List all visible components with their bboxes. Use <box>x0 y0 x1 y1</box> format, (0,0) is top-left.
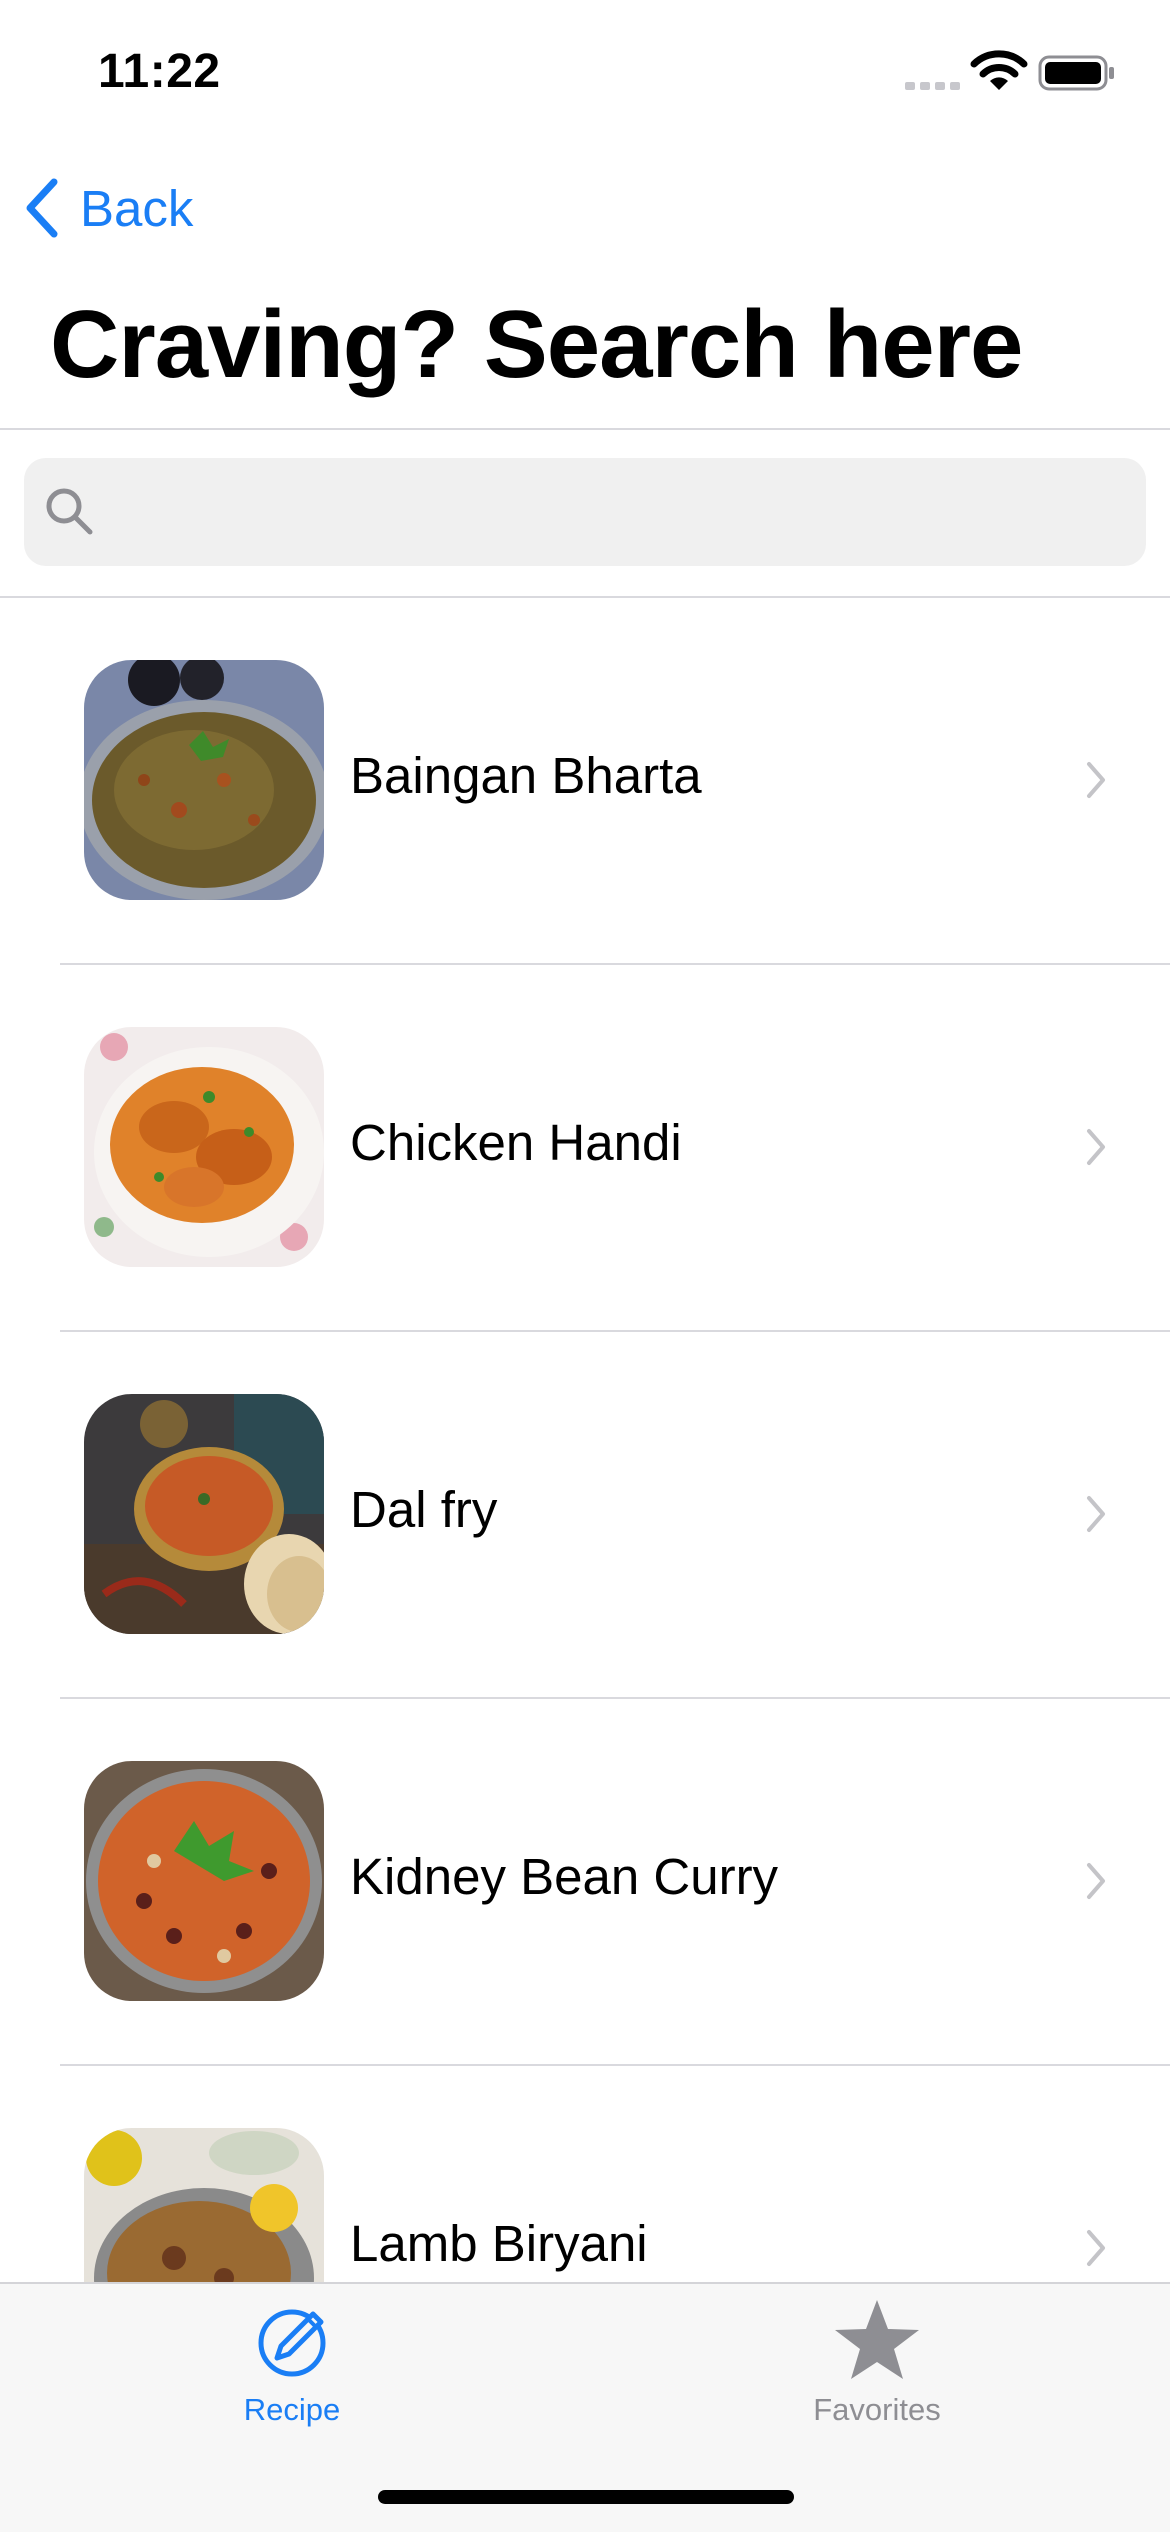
tab-label: Recipe <box>243 2392 341 2427</box>
chevron-right-icon <box>1087 2230 1105 2266</box>
tab-favorites[interactable]: Favorites <box>727 2296 1027 2436</box>
pencil-circle-icon <box>258 2309 326 2377</box>
tab-label: Favorites <box>813 2392 941 2427</box>
home-indicator <box>378 2490 794 2504</box>
list-item-chicken-handi[interactable]: Chicken Handi <box>0 965 1170 1332</box>
tab-recipe[interactable]: Recipe <box>142 2296 442 2436</box>
recipe-thumbnail <box>84 1761 324 2001</box>
status-bar: 11:22 <box>0 0 1170 140</box>
recipe-thumbnail <box>84 1027 324 1267</box>
list-item-dal-fry[interactable]: Dal fry <box>0 1332 1170 1699</box>
recipe-name: Baingan Bharta <box>350 747 702 804</box>
recipe-name: Dal fry <box>350 1481 498 1538</box>
search-input[interactable] <box>98 458 1146 566</box>
recipe-name: Kidney Bean Curry <box>350 1848 779 1905</box>
list-item-baingan-bharta[interactable]: Baingan Bharta <box>0 598 1170 965</box>
recipe-thumbnail <box>84 1394 324 1634</box>
wifi-icon <box>970 50 1028 90</box>
app-screen: 11:22 Back Craving? Search here Baingan … <box>0 0 1170 2532</box>
status-time: 11:22 <box>98 45 221 98</box>
list-item-lamb-biryani[interactable]: Lamb Biryani <box>0 2066 1170 2284</box>
chevron-right-icon <box>1087 1863 1105 1899</box>
search-field[interactable] <box>24 458 1146 566</box>
header-divider <box>0 428 1170 430</box>
star-icon <box>835 2300 919 2379</box>
search-icon <box>46 488 93 535</box>
recipe-thumbnail <box>84 660 324 900</box>
recipe-thumbnail <box>84 2128 324 2284</box>
recipe-list: Baingan Bharta Chicken Handi Dal fry Kid… <box>0 598 1170 2284</box>
cellular-signal-icon <box>905 82 960 90</box>
page-title: Craving? Search here <box>50 291 1023 398</box>
recipe-name: Lamb Biryani <box>350 2215 648 2272</box>
back-label: Back <box>80 179 194 237</box>
chevron-right-icon <box>1087 762 1105 798</box>
chevron-left-icon <box>26 178 58 238</box>
recipe-name: Chicken Handi <box>350 1114 682 1171</box>
chevron-right-icon <box>1087 1129 1105 1165</box>
back-button[interactable]: Back <box>22 172 193 244</box>
chevron-right-icon <box>1087 1496 1105 1532</box>
list-item-kidney-bean-curry[interactable]: Kidney Bean Curry <box>0 1699 1170 2066</box>
battery-icon <box>1038 55 1114 91</box>
